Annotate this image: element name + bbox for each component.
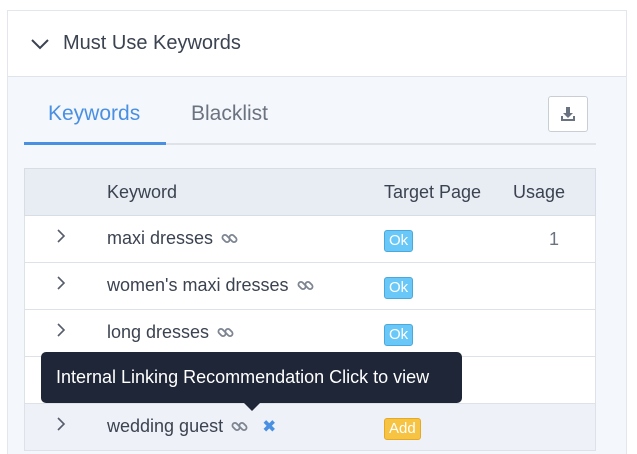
table-header: Keyword Target Page Usage xyxy=(24,168,596,216)
remove-icon[interactable]: ✖ xyxy=(262,417,276,437)
usage-count: 1 xyxy=(549,229,560,249)
column-header-usage[interactable]: Usage xyxy=(513,182,565,203)
chevron-right-icon[interactable] xyxy=(55,228,67,244)
column-header-target-page[interactable]: Target Page xyxy=(384,182,481,203)
panel-header[interactable]: Must Use Keywords xyxy=(8,11,626,77)
table-row[interactable]: wedding guest ✖ Add xyxy=(24,404,596,451)
keywords-table: Keyword Target Page Usage maxi dresses O… xyxy=(24,168,596,451)
target-page-badge[interactable]: Ok xyxy=(384,324,414,346)
keyword-text: women's maxi dresses xyxy=(107,275,289,295)
panel-title: Must Use Keywords xyxy=(63,32,241,54)
link-icon[interactable] xyxy=(231,418,248,435)
table-row[interactable]: long dresses Ok xyxy=(24,310,596,357)
table-row[interactable]: maxi dresses Ok 1 xyxy=(24,216,596,263)
download-button[interactable] xyxy=(548,96,588,132)
chevron-right-icon[interactable] xyxy=(55,322,67,338)
keyword-text: long dresses xyxy=(107,322,210,342)
column-header-keyword[interactable]: Keyword xyxy=(107,182,177,203)
link-icon[interactable] xyxy=(221,230,238,247)
link-icon[interactable] xyxy=(297,277,314,294)
target-page-badge[interactable]: Add xyxy=(384,418,421,440)
link-icon[interactable] xyxy=(217,324,234,341)
tooltip-text: Internal Linking Recommendation Click to… xyxy=(56,367,430,387)
active-tab-indicator xyxy=(24,142,166,145)
download-icon xyxy=(561,107,575,121)
chevron-right-icon[interactable] xyxy=(55,275,67,291)
tab-blacklist[interactable]: Blacklist xyxy=(191,102,268,126)
keyword-text: maxi dresses xyxy=(107,228,214,248)
keyword-text: wedding guest xyxy=(107,416,224,436)
chevron-right-icon[interactable] xyxy=(55,416,67,432)
tooltip-arrow xyxy=(243,402,261,411)
chevron-down-icon[interactable] xyxy=(30,34,50,54)
target-page-badge[interactable]: Ok xyxy=(384,277,414,299)
target-page-badge[interactable]: Ok xyxy=(384,230,414,252)
tab-keywords[interactable]: Keywords xyxy=(48,102,140,126)
tooltip: Internal Linking Recommendation Click to… xyxy=(41,352,462,403)
tab-bar: Keywords Blacklist xyxy=(24,92,596,145)
table-row[interactable]: women's maxi dresses Ok xyxy=(24,263,596,310)
